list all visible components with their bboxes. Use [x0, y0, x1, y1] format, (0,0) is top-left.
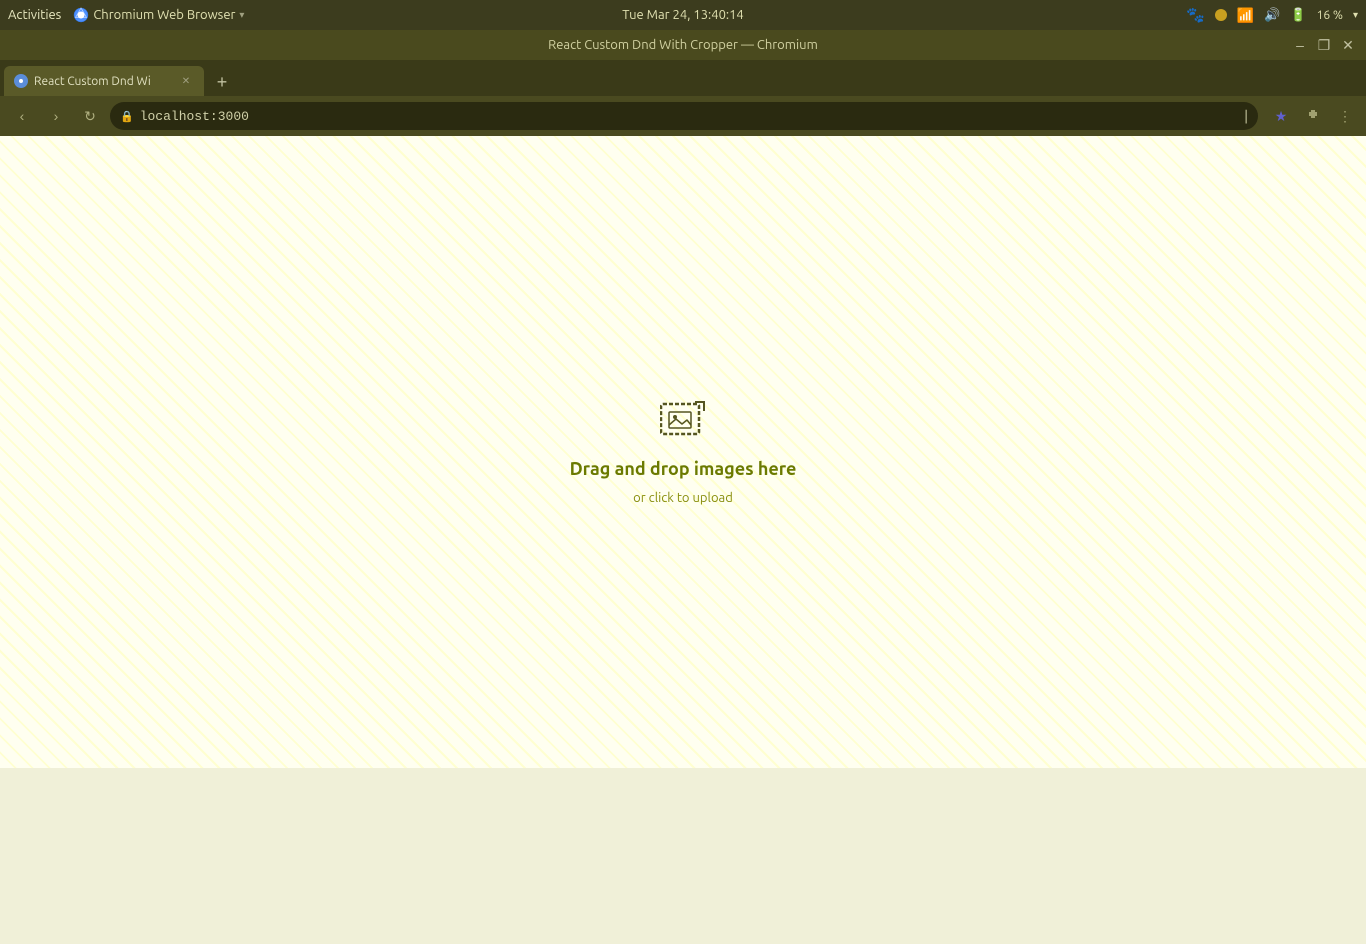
- forward-button[interactable]: ›: [42, 102, 70, 130]
- battery-icon[interactable]: 🔋: [1290, 8, 1306, 23]
- tab-title: React Custom Dnd Wi: [34, 75, 172, 88]
- system-bar-left: Activities Chromium Web Browser ▾: [8, 7, 244, 23]
- tab-favicon-icon: [16, 76, 26, 86]
- paw-icon[interactable]: 🐾: [1186, 6, 1205, 24]
- below-browser-area: [0, 768, 1366, 944]
- datetime-display: Tue Mar 24, 13:40:14: [622, 8, 744, 22]
- tab-bar: React Custom Dnd Wi ✕ +: [0, 60, 1366, 96]
- tab-favicon: [14, 74, 28, 88]
- activities-button[interactable]: Activities: [8, 8, 61, 22]
- restore-button[interactable]: ❐: [1314, 35, 1334, 55]
- drag-drop-icon: [660, 400, 706, 442]
- power-dropdown-icon[interactable]: ▾: [1353, 9, 1358, 21]
- new-tab-button[interactable]: +: [208, 68, 236, 96]
- active-tab[interactable]: React Custom Dnd Wi ✕: [4, 66, 204, 96]
- reload-button[interactable]: ↻: [76, 102, 104, 130]
- extension-icon[interactable]: [1300, 103, 1326, 129]
- close-button[interactable]: ✕: [1338, 35, 1358, 55]
- drop-zone-main-text: Drag and drop images here: [570, 459, 797, 479]
- browser-name-label: Chromium Web Browser: [93, 8, 235, 22]
- browser-indicator[interactable]: Chromium Web Browser ▾: [73, 7, 244, 23]
- volume-icon[interactable]: 🔊: [1264, 8, 1280, 23]
- address-input-wrap[interactable]: 🔒 |: [110, 102, 1258, 130]
- drop-zone-center: Drag and drop images here or click to up…: [570, 400, 797, 505]
- menu-icon[interactable]: ⋮: [1332, 103, 1358, 129]
- address-bar: ‹ › ↻ 🔒 | ★ ⋮: [0, 96, 1366, 136]
- drop-zone-sub-text: or click to upload: [633, 491, 733, 505]
- browser-content[interactable]: Drag and drop images here or click to up…: [0, 136, 1366, 768]
- back-button[interactable]: ‹: [8, 102, 36, 130]
- cursor-indicator: |: [1244, 108, 1248, 124]
- window-title-bar: React Custom Dnd With Cropper — Chromium…: [0, 30, 1366, 60]
- drop-zone-container[interactable]: Drag and drop images here or click to up…: [0, 136, 1366, 768]
- toolbar-icons: ★ ⋮: [1268, 103, 1358, 129]
- window-title: React Custom Dnd With Cropper — Chromium: [548, 38, 818, 52]
- tab-close-button[interactable]: ✕: [178, 73, 194, 89]
- window-controls: – ❐ ✕: [1290, 35, 1358, 55]
- system-bar: Activities Chromium Web Browser ▾ Tue Ma…: [0, 0, 1366, 30]
- browser-dropdown-icon[interactable]: ▾: [239, 9, 244, 21]
- puzzle-icon: [1305, 108, 1321, 124]
- minimize-button[interactable]: –: [1290, 35, 1310, 55]
- bookmark-icon[interactable]: ★: [1268, 103, 1294, 129]
- chromium-icon: [73, 7, 89, 23]
- security-icon: 🔒: [120, 110, 134, 123]
- wifi-icon[interactable]: 📶: [1237, 7, 1254, 24]
- circle-indicator: [1215, 9, 1227, 21]
- battery-label: 16 %: [1317, 9, 1343, 22]
- address-input[interactable]: [140, 109, 1239, 124]
- upload-image-icon: [660, 400, 706, 447]
- system-tray: 🐾 📶 🔊 🔋 16 % ▾: [1186, 6, 1358, 24]
